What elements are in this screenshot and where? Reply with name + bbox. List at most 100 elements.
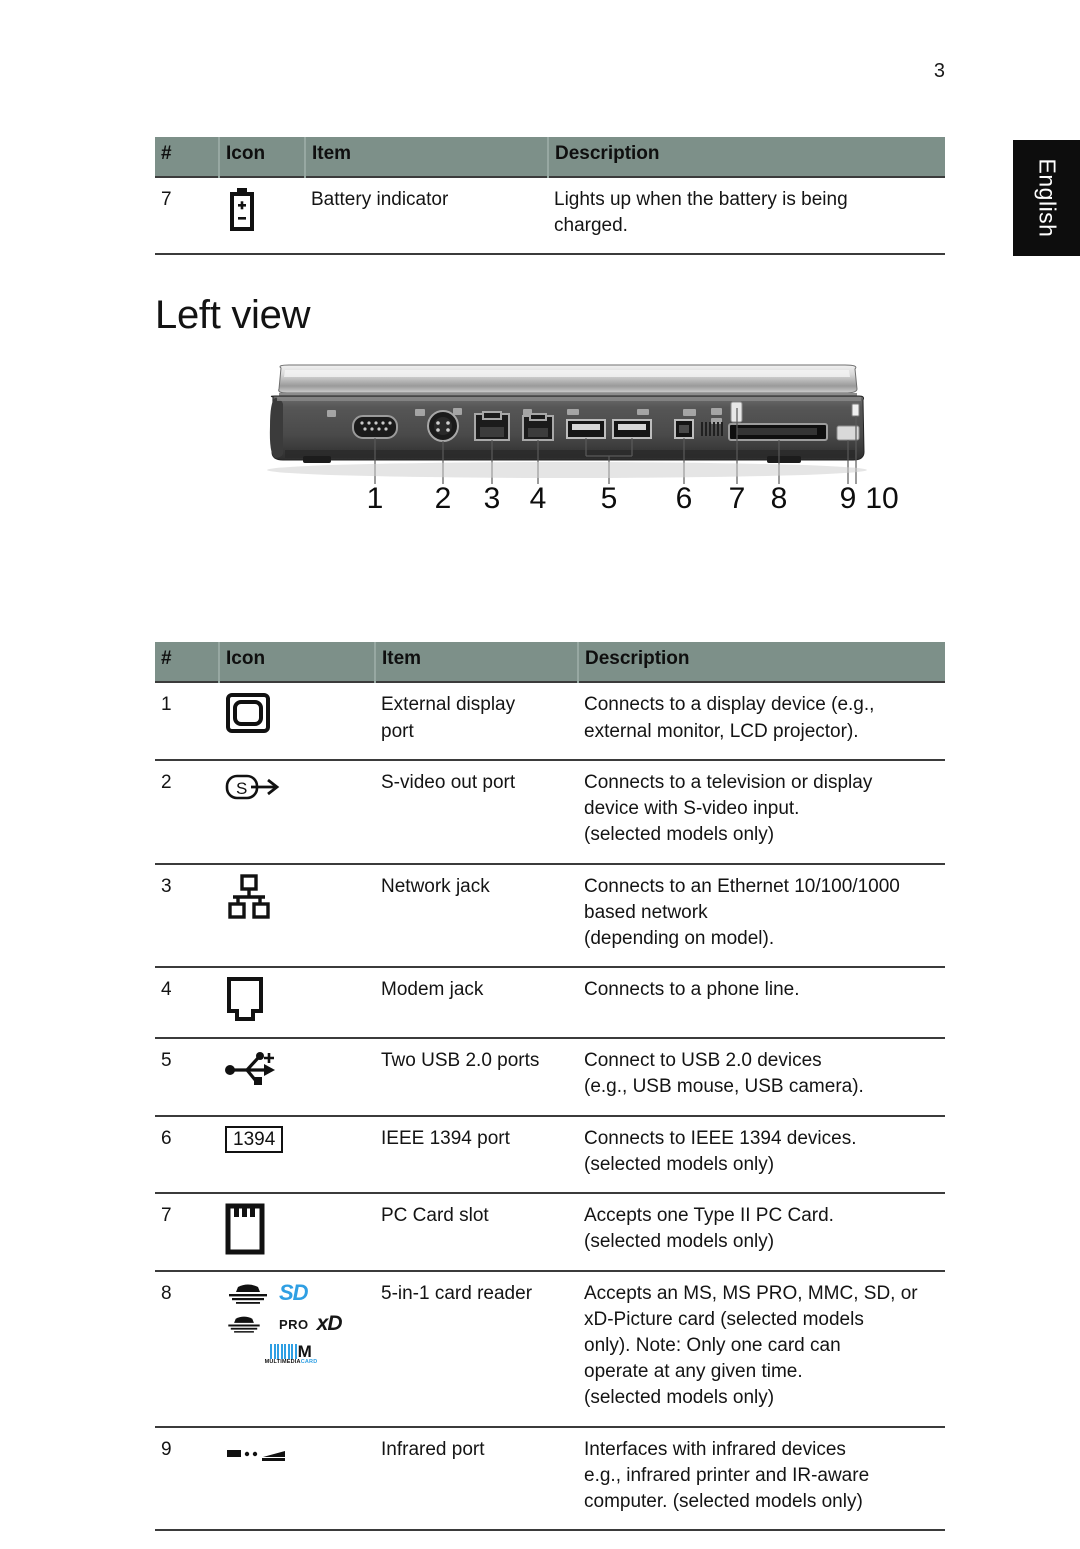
row-number: 4	[155, 966, 219, 1039]
row-number: 5	[155, 1037, 219, 1116]
column-header-item: Item	[305, 137, 549, 177]
row-number: 1	[155, 681, 219, 760]
row-item: IEEE 1394 port	[375, 1114, 578, 1194]
row-number: 3	[155, 862, 219, 968]
row-icon-cell: S	[219, 758, 375, 864]
callout-8: 8	[770, 482, 788, 516]
description-line: Connects to IEEE 1394 devices.	[584, 1127, 857, 1149]
card-reader-logos: SD PRO xD M MULTIMEDIACARD	[225, 1280, 357, 1369]
table-row: 1 External display port Connects to a di…	[155, 681, 945, 760]
item-line: PC Card slot	[381, 1205, 489, 1227]
row-icon-cell	[219, 175, 305, 256]
column-header-icon: Icon	[219, 137, 306, 177]
row-icon-cell	[219, 1192, 375, 1271]
multimediacard-m-label: M	[297, 1342, 312, 1362]
item-line: External display	[381, 694, 516, 716]
memory-stick-pro-icon	[225, 1315, 271, 1335]
table-row: 7 Battery indicator Lights up when the b…	[155, 175, 945, 256]
table-row: 7 PC Card slot Accepts one Type II PC Ca…	[155, 1192, 945, 1271]
row-number: 2	[155, 758, 219, 864]
network-jack	[474, 411, 510, 442]
row-item: Two USB 2.0 ports	[375, 1037, 578, 1116]
row-description: Lights up when the battery is being char…	[548, 175, 945, 256]
description-line: based network	[584, 901, 708, 923]
table-header-row: # Icon Item Description	[155, 137, 945, 177]
sd-card-icon: SD	[279, 1280, 309, 1306]
memory-stick-pro-label: PRO	[279, 1316, 309, 1332]
column-header-number: #	[155, 137, 220, 177]
row-icon-cell	[219, 862, 375, 968]
row-description: Connects to IEEE 1394 devices. (selected…	[578, 1114, 945, 1194]
table-row: 4 Modem jack Connects to a phone line.	[155, 966, 945, 1039]
item-line: Infrared port	[381, 1438, 485, 1460]
description-line: (selected models only)	[584, 1231, 775, 1253]
description-line: Lights up when the battery is being	[554, 189, 848, 210]
callout-1: 1	[366, 482, 384, 516]
description-line: Connects to a display device (e.g.,	[584, 694, 875, 716]
row-item: External display port	[375, 681, 578, 760]
row-description: Connect to USB 2.0 devices (e.g., USB mo…	[578, 1037, 945, 1116]
laptop-illustration	[267, 364, 867, 485]
multimediacard-icon: M MULTIMEDIACARD	[265, 1342, 318, 1367]
language-tab: English	[1013, 140, 1080, 256]
s-video-out-icon: S	[225, 770, 369, 804]
spec-table-left-view: # Icon Item Description 1 External displ…	[155, 642, 945, 1532]
column-header-description: Description	[548, 137, 945, 177]
description-line: Connect to USB 2.0 devices	[584, 1050, 822, 1072]
table-row: 6 1394 IEEE 1394 port Connects to IEEE 1…	[155, 1114, 945, 1194]
external-display-port-icon	[225, 692, 369, 734]
row-item: Battery indicator	[305, 175, 548, 256]
callout-4: 4	[529, 482, 547, 516]
laptop-left-view-figure: 1 2 3 4 5 6 7 8 9 10	[155, 364, 945, 564]
svg-text:S: S	[236, 779, 247, 798]
kensington-lock	[851, 403, 860, 417]
page-content: # Icon Item Description 7 Battery indica…	[155, 0, 945, 1532]
ieee-1394-icon-label: 1394	[233, 1128, 276, 1150]
callout-2: 2	[434, 482, 452, 516]
description-line: (selected models only)	[584, 1387, 775, 1409]
column-header-item: Item	[375, 642, 579, 683]
description-line: external monitor, LCD projector).	[584, 720, 859, 742]
description-line: e.g., infrared printer and IR-aware	[584, 1464, 870, 1486]
language-tab-label: English	[1034, 158, 1060, 238]
description-line: only). Note: Only one card can	[584, 1334, 841, 1356]
xd-picture-card-icon: xD	[316, 1312, 343, 1336]
row-item: Infrared port	[375, 1425, 578, 1532]
row-item: S-video out port	[375, 758, 578, 864]
item-line: Network jack	[381, 875, 490, 897]
s-video-port	[427, 410, 459, 443]
item-line: IEEE 1394 port	[381, 1127, 510, 1149]
ieee1394-port	[674, 419, 694, 440]
modem-jack	[522, 413, 554, 442]
figure-callouts: 1 2 3 4 5 6 7 8 9 10	[267, 482, 899, 528]
callout-5: 5	[600, 482, 618, 516]
row-number: 6	[155, 1114, 219, 1194]
description-line: device with S-video input.	[584, 798, 800, 820]
table-row: 9 Infrared port Interfaces with infrared…	[155, 1425, 945, 1532]
row-number: 8	[155, 1269, 219, 1427]
row-number: 7	[155, 1192, 219, 1271]
description-line: charged.	[554, 215, 628, 237]
usb-icon	[225, 1048, 369, 1086]
row-item: Modem jack	[375, 966, 578, 1039]
description-line: Accepts an MS, MS PRO, MMC, SD, or	[584, 1282, 918, 1304]
item-line: port	[381, 720, 414, 742]
description-line: (selected models only)	[584, 824, 775, 846]
row-item: PC Card slot	[375, 1192, 578, 1271]
description-line: Accepts one Type II PC Card.	[584, 1205, 834, 1227]
battery-indicator-icon	[225, 187, 299, 233]
vga-port	[352, 415, 398, 440]
row-description: Connects to an Ethernet 10/100/1000 base…	[578, 862, 945, 968]
description-line: Connects to an Ethernet 10/100/1000	[584, 875, 900, 897]
row-icon-cell	[219, 966, 375, 1039]
row-icon-cell	[219, 1425, 375, 1532]
row-description: Connects to a display device (e.g., exte…	[578, 681, 945, 760]
row-item: Network jack	[375, 862, 578, 968]
row-item: 5-in-1 card reader	[375, 1269, 578, 1427]
row-description: Connects to a phone line.	[578, 966, 945, 1039]
row-description: Connects to a television or display devi…	[578, 758, 945, 864]
description-line: xD-Picture card (selected models	[584, 1308, 864, 1330]
ieee-1394-icon: 1394	[225, 1125, 284, 1153]
section-heading: Left view	[155, 293, 311, 338]
callout-10: 10	[865, 482, 899, 516]
